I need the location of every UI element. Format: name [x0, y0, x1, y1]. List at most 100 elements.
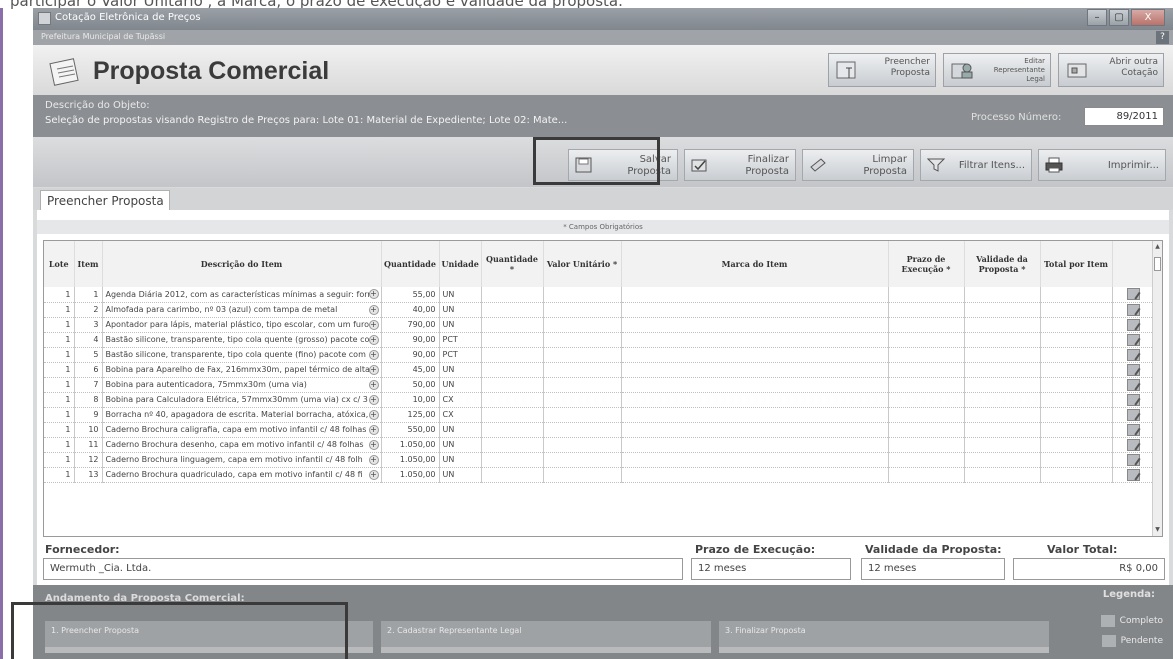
minimize-button[interactable]: –: [1087, 9, 1107, 26]
row-prazo-input[interactable]: [888, 362, 965, 378]
table-row[interactable]: 1 11 Caderno Brochura desenho, capa em mot…: [44, 437, 1155, 453]
row-validade-input[interactable]: [964, 467, 1041, 483]
row-marca-input[interactable]: [621, 392, 889, 408]
row-valor-unitario-input[interactable]: [543, 302, 622, 318]
expand-item-icon[interactable]: +: [368, 394, 379, 405]
row-total-cell[interactable]: [1040, 422, 1113, 438]
deadline-field[interactable]: 12 meses: [691, 558, 851, 580]
row-total-cell[interactable]: [1040, 377, 1113, 393]
table-row[interactable]: 1 1 Agenda Diária 2012, com as característ…: [44, 287, 1155, 303]
row-valor-unitario-input[interactable]: [543, 422, 622, 438]
edit-item-icon[interactable]: [1126, 393, 1140, 406]
row-total-cell[interactable]: [1040, 392, 1113, 408]
row-marca-input[interactable]: [621, 347, 889, 363]
row-validade-input[interactable]: [964, 317, 1041, 333]
row-prazo-input[interactable]: [888, 377, 965, 393]
print-button[interactable]: Imprimir...: [1038, 149, 1166, 181]
row-total-cell[interactable]: [1040, 467, 1113, 483]
row-valor-unitario-input[interactable]: [543, 332, 622, 348]
row-quantidade-input[interactable]: [481, 422, 544, 438]
row-valor-unitario-input[interactable]: [543, 437, 622, 453]
validity-field[interactable]: 12 meses: [861, 558, 1005, 580]
row-marca-input[interactable]: [621, 287, 889, 303]
fill-proposal-button[interactable]: Preencher Proposta: [828, 53, 936, 87]
row-validade-input[interactable]: [964, 347, 1041, 363]
open-quote-button[interactable]: Abrir outra Cotação: [1058, 53, 1164, 87]
row-total-cell[interactable]: [1040, 437, 1113, 453]
expand-item-icon[interactable]: +: [368, 439, 379, 450]
scroll-up-icon[interactable]: ▲: [1153, 243, 1162, 253]
expand-item-icon[interactable]: +: [368, 424, 379, 435]
tab-fill-proposal[interactable]: Preencher Proposta: [40, 190, 170, 211]
row-marca-input[interactable]: [621, 467, 889, 483]
table-row[interactable]: 1 4 Bastão silicone, transparente, tipo co…: [44, 332, 1155, 348]
row-total-cell[interactable]: [1040, 302, 1113, 318]
row-validade-input[interactable]: [964, 377, 1041, 393]
row-quantidade-input[interactable]: [481, 347, 544, 363]
table-row[interactable]: 1 10 Caderno Brochura caligrafia, capa em …: [44, 422, 1155, 438]
row-prazo-input[interactable]: [888, 452, 965, 468]
expand-item-icon[interactable]: +: [368, 379, 379, 390]
row-validade-input[interactable]: [964, 407, 1041, 423]
row-marca-input[interactable]: [621, 452, 889, 468]
supplier-field[interactable]: Wermuth _Cia. Ltda.: [43, 558, 683, 580]
row-marca-input[interactable]: [621, 362, 889, 378]
table-row[interactable]: 1 3 Apontador para lápis, material plástic…: [44, 317, 1155, 333]
row-prazo-input[interactable]: [888, 422, 965, 438]
table-row[interactable]: 1 7 Bobina para autenticadora, 75mmx30m (u…: [44, 377, 1155, 393]
expand-item-icon[interactable]: +: [368, 334, 379, 345]
table-row[interactable]: 1 9 Borracha nº 40, apagadora de escrita. …: [44, 407, 1155, 423]
row-marca-input[interactable]: [621, 377, 889, 393]
expand-item-icon[interactable]: +: [368, 364, 379, 375]
grid-scrollbar[interactable]: ▲ ▼: [1152, 241, 1162, 536]
help-button[interactable]: ?: [1156, 31, 1169, 44]
row-prazo-input[interactable]: [888, 332, 965, 348]
edit-item-icon[interactable]: [1126, 423, 1140, 436]
scroll-down-icon[interactable]: ▼: [1153, 526, 1162, 536]
expand-item-icon[interactable]: +: [368, 319, 379, 330]
expand-item-icon[interactable]: +: [368, 454, 379, 465]
close-button[interactable]: X: [1131, 9, 1165, 26]
row-valor-unitario-input[interactable]: [543, 377, 622, 393]
expand-item-icon[interactable]: +: [368, 409, 379, 420]
row-quantidade-input[interactable]: [481, 332, 544, 348]
row-total-cell[interactable]: [1040, 317, 1113, 333]
row-prazo-input[interactable]: [888, 407, 965, 423]
row-validade-input[interactable]: [964, 362, 1041, 378]
edit-representative-button[interactable]: Editar Representante Legal: [943, 53, 1051, 87]
row-prazo-input[interactable]: [888, 392, 965, 408]
row-total-cell[interactable]: [1040, 452, 1113, 468]
edit-item-icon[interactable]: [1126, 333, 1140, 346]
expand-item-icon[interactable]: +: [368, 304, 379, 315]
edit-item-icon[interactable]: [1126, 303, 1140, 316]
row-marca-input[interactable]: [621, 332, 889, 348]
row-validade-input[interactable]: [964, 452, 1041, 468]
row-quantidade-input[interactable]: [481, 362, 544, 378]
edit-item-icon[interactable]: [1126, 408, 1140, 421]
finalize-proposal-button[interactable]: Finalizar Proposta: [684, 149, 796, 181]
row-prazo-input[interactable]: [888, 317, 965, 333]
row-total-cell[interactable]: [1040, 407, 1113, 423]
row-validade-input[interactable]: [964, 437, 1041, 453]
edit-item-icon[interactable]: [1126, 438, 1140, 451]
process-number-field[interactable]: 89/2011: [1084, 107, 1164, 126]
table-row[interactable]: 1 6 Bobina para Aparelho de Fax, 216mmx30m…: [44, 362, 1155, 378]
table-row[interactable]: 1 8 Bobina para Calculadora Elétrica, 57mm…: [44, 392, 1155, 408]
row-marca-input[interactable]: [621, 437, 889, 453]
row-marca-input[interactable]: [621, 422, 889, 438]
row-valor-unitario-input[interactable]: [543, 347, 622, 363]
row-quantidade-input[interactable]: [481, 392, 544, 408]
row-quantidade-input[interactable]: [481, 302, 544, 318]
row-validade-input[interactable]: [964, 392, 1041, 408]
row-valor-unitario-input[interactable]: [543, 287, 622, 303]
edit-item-icon[interactable]: [1126, 363, 1140, 376]
edit-item-icon[interactable]: [1126, 378, 1140, 391]
row-total-cell[interactable]: [1040, 287, 1113, 303]
row-quantidade-input[interactable]: [481, 377, 544, 393]
filter-items-button[interactable]: Filtrar Itens...: [920, 149, 1032, 181]
table-row[interactable]: 1 12 Caderno Brochura linguagem, capa em m…: [44, 452, 1155, 468]
edit-item-icon[interactable]: [1126, 468, 1140, 481]
row-validade-input[interactable]: [964, 287, 1041, 303]
row-validade-input[interactable]: [964, 332, 1041, 348]
row-valor-unitario-input[interactable]: [543, 467, 622, 483]
